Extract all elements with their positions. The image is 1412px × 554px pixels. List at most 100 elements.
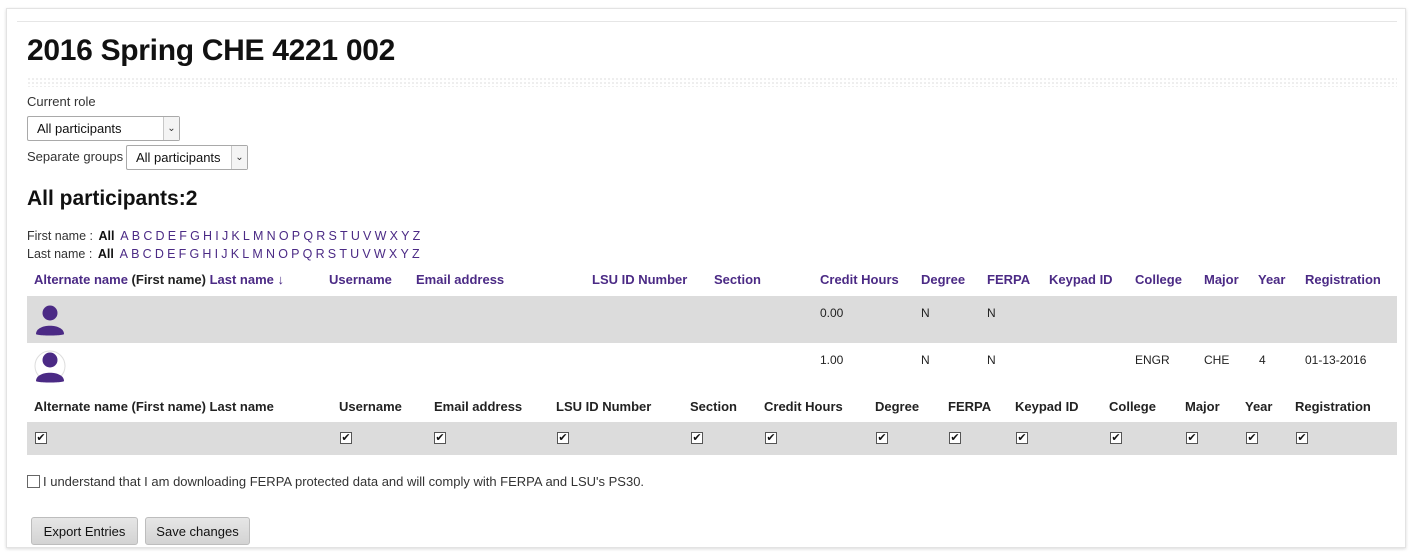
sort-degree-link[interactable]: Degree — [921, 272, 965, 287]
firstname-initial-w[interactable]: W — [375, 229, 387, 243]
lastname-initial-l[interactable]: L — [242, 247, 249, 261]
firstname-initial-m[interactable]: M — [253, 229, 263, 243]
table-row — [27, 343, 1397, 390]
export-entries-button[interactable]: Export Entries — [31, 517, 138, 545]
lastname-initial-z[interactable]: Z — [412, 247, 420, 261]
save-changes-button[interactable]: Save changes — [145, 517, 250, 545]
lastname-initial-d[interactable]: D — [155, 247, 164, 261]
sort-college-link[interactable]: College — [1135, 272, 1182, 287]
lastname-initial-v[interactable]: V — [362, 247, 370, 261]
firstname-initial-p[interactable]: P — [292, 229, 300, 243]
lastname-initial-w[interactable]: W — [374, 247, 386, 261]
lastname-initial-e[interactable]: E — [167, 247, 175, 261]
firstname-initial-a[interactable]: A — [120, 229, 128, 243]
sort-section-link[interactable]: Section — [714, 272, 761, 287]
export-ferpa-checkbox[interactable]: ✔ — [949, 432, 961, 444]
lastname-initial-r[interactable]: R — [316, 247, 325, 261]
current-role-select[interactable]: All participants ⌄ — [27, 116, 180, 141]
chevron-down-icon: ⌄ — [231, 146, 247, 169]
major-cell: CHE — [1204, 353, 1230, 367]
firstname-initial-n[interactable]: N — [267, 229, 276, 243]
lastname-initial-j[interactable]: J — [221, 247, 227, 261]
export-col-username: Username — [339, 399, 402, 414]
firstname-initial-f[interactable]: F — [179, 229, 187, 243]
lastname-initial-g[interactable]: G — [189, 247, 199, 261]
export-col-registration: Registration — [1295, 399, 1371, 414]
ferpa-agreement-checkbox[interactable] — [27, 475, 40, 488]
separate-groups-value: All participants — [136, 150, 221, 165]
firstname-initial-j[interactable]: J — [222, 229, 228, 243]
lastname-initial-k[interactable]: K — [231, 247, 239, 261]
export-keypad-id-checkbox[interactable]: ✔ — [1016, 432, 1028, 444]
separate-groups-select[interactable]: All participants ⌄ — [126, 145, 248, 170]
lastname-initial-a[interactable]: A — [120, 247, 128, 261]
firstname-initial-x[interactable]: X — [390, 229, 398, 243]
lastname-initial-t[interactable]: T — [339, 247, 347, 261]
firstname-initial-g[interactable]: G — [190, 229, 200, 243]
lastname-initial-i[interactable]: I — [215, 247, 218, 261]
course-region: 2016 Spring CHE 4221 002 Current role Al… — [17, 21, 1397, 547]
sort-username-link[interactable]: Username — [329, 272, 392, 287]
firstname-initial-e[interactable]: E — [168, 229, 176, 243]
export-degree-checkbox[interactable]: ✔ — [876, 432, 888, 444]
lastname-initial-x[interactable]: X — [389, 247, 397, 261]
firstname-initial-i[interactable]: I — [215, 229, 218, 243]
export-section-checkbox[interactable]: ✔ — [691, 432, 703, 444]
firstname-initial-l[interactable]: L — [243, 229, 250, 243]
sort-email-link[interactable]: Email address — [416, 272, 504, 287]
ferpa-agreement-label: I understand that I am downloading FERPA… — [43, 474, 645, 489]
firstname-initial-z[interactable]: Z — [413, 229, 421, 243]
sort-credit-hours-link[interactable]: Credit Hours — [820, 272, 899, 287]
firstname-initial-y[interactable]: Y — [401, 229, 409, 243]
export-col-credit-hours: Credit Hours — [764, 399, 843, 414]
firstname-initial-b[interactable]: B — [132, 229, 140, 243]
export-credit-hours-checkbox[interactable]: ✔ — [765, 432, 777, 444]
lastname-initial-m[interactable]: M — [252, 247, 262, 261]
firstname-initial-s[interactable]: S — [328, 229, 336, 243]
lastname-initial-q[interactable]: Q — [303, 247, 313, 261]
export-username-checkbox[interactable]: ✔ — [340, 432, 352, 444]
export-major-checkbox[interactable]: ✔ — [1186, 432, 1198, 444]
lastname-initial-h[interactable]: H — [202, 247, 211, 261]
firstname-initial-v[interactable]: V — [363, 229, 371, 243]
sort-year-link[interactable]: Year — [1258, 272, 1285, 287]
lastname-initial-n[interactable]: N — [266, 247, 275, 261]
user-avatar-icon[interactable] — [34, 303, 66, 337]
firstname-initial-h[interactable]: H — [203, 229, 212, 243]
lastname-initial-u[interactable]: U — [350, 247, 359, 261]
sort-last-name-link[interactable]: Last name — [210, 272, 274, 287]
firstname-initial-t[interactable]: T — [340, 229, 348, 243]
sort-major-link[interactable]: Major — [1204, 272, 1239, 287]
sort-ferpa-link[interactable]: FERPA — [987, 272, 1030, 287]
firstname-initial-q[interactable]: Q — [303, 229, 313, 243]
firstname-filter-label: First name : — [27, 229, 93, 243]
lastname-initial-o[interactable]: O — [278, 247, 288, 261]
sort-lsu-id-link[interactable]: LSU ID Number — [592, 272, 687, 287]
lastname-initial-s[interactable]: S — [328, 247, 336, 261]
lastname-initial-p[interactable]: P — [291, 247, 299, 261]
sort-keypad-id-link[interactable]: Keypad ID — [1049, 272, 1113, 287]
export-lsu-id-checkbox[interactable]: ✔ — [557, 432, 569, 444]
lastname-initial-f[interactable]: F — [179, 247, 187, 261]
firstname-initial-o[interactable]: O — [279, 229, 289, 243]
firstname-initial-k[interactable]: K — [231, 229, 239, 243]
lastname-initial-b[interactable]: B — [131, 247, 139, 261]
export-college-checkbox[interactable]: ✔ — [1110, 432, 1122, 444]
sort-registration-link[interactable]: Registration — [1305, 272, 1381, 287]
firstname-initial-u[interactable]: U — [351, 229, 360, 243]
export-registration-checkbox[interactable]: ✔ — [1296, 432, 1308, 444]
export-year-checkbox[interactable]: ✔ — [1246, 432, 1258, 444]
firstname-filter-all: All — [98, 229, 115, 243]
firstname-initial-r[interactable]: R — [316, 229, 325, 243]
export-col-college: College — [1109, 399, 1156, 414]
export-col-year: Year — [1245, 399, 1273, 414]
user-avatar-icon[interactable] — [34, 350, 66, 384]
export-col-name: Alternate name (First name) Last name — [34, 399, 274, 414]
lastname-initial-c[interactable]: C — [143, 247, 152, 261]
export-email-checkbox[interactable]: ✔ — [434, 432, 446, 444]
sort-alternate-name-link[interactable]: Alternate name — [34, 272, 128, 287]
firstname-initial-c[interactable]: C — [143, 229, 152, 243]
lastname-initial-y[interactable]: Y — [400, 247, 408, 261]
export-name-checkbox[interactable]: ✔ — [35, 432, 47, 444]
firstname-initial-d[interactable]: D — [156, 229, 165, 243]
